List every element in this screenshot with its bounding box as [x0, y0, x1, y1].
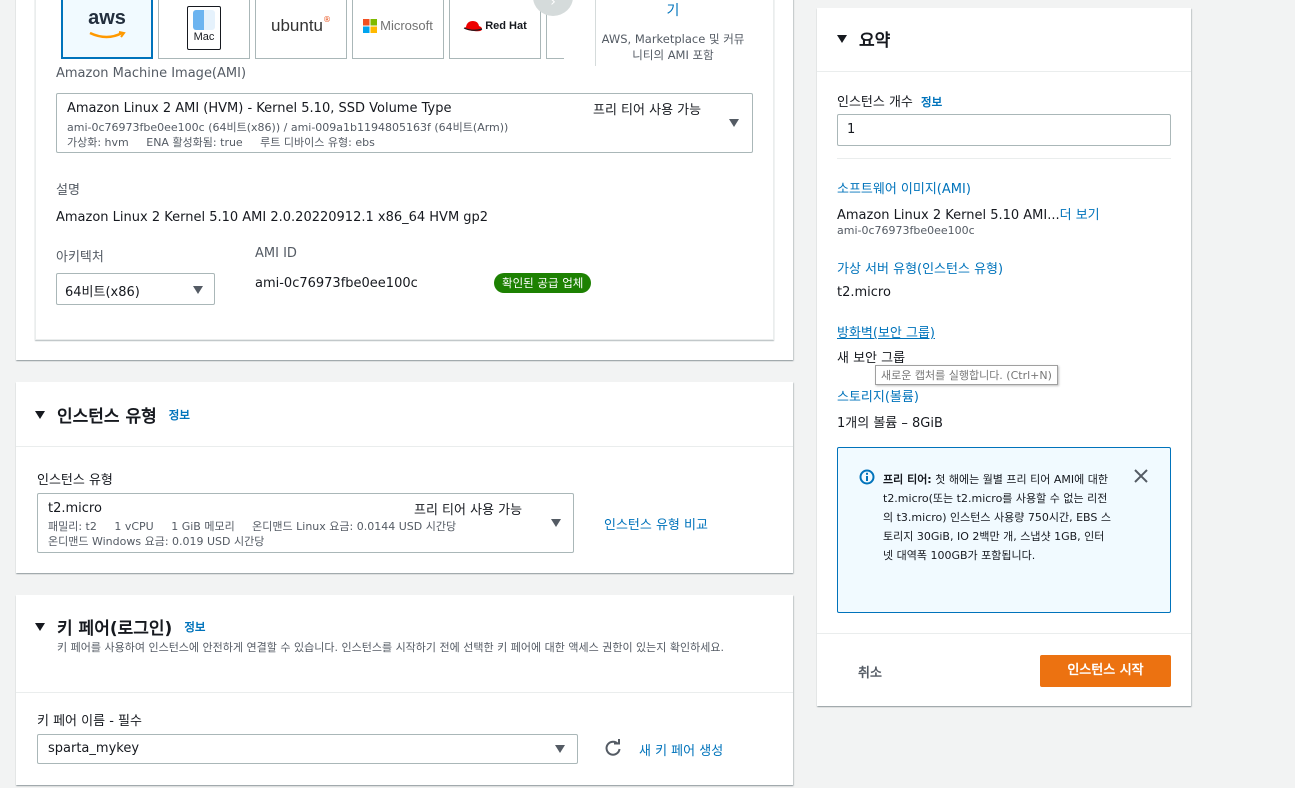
redhat-logo-tile[interactable]: Red Hat: [449, 0, 541, 59]
key-pair-header[interactable]: 키 페어(로그인) 정보: [35, 614, 205, 639]
instance-type-line2: 온디맨드 Windows 요금: 0.019 USD 시간당: [48, 535, 265, 548]
cancel-button[interactable]: 취소: [858, 662, 882, 681]
free-tier-alert: 프리 티어: 첫 해에는 월별 프리 티어 AMI에 대한 t2.micro(또…: [837, 447, 1171, 613]
summary-storage-value: 1개의 볼륨 – 8GiB: [837, 416, 943, 431]
caret-down-icon: [35, 410, 45, 419]
instance-type-info-link[interactable]: 정보: [169, 407, 190, 423]
browse-more-title: 기: [666, 3, 680, 19]
instance-count-label-row: 인스턴스 개수 정보: [837, 91, 942, 110]
chevron-down-icon: [193, 286, 203, 294]
chevron-down-icon: [551, 519, 561, 527]
ami-id-value: ami-0c76973fbe0ee100c: [255, 276, 418, 291]
capture-tooltip: 새로운 캡처를 실행합니다. (Ctrl+N): [875, 365, 1058, 385]
summary-footer-divider: [817, 633, 1191, 634]
redhat-logo: Red Hat: [485, 19, 527, 32]
summary-header-divider: [817, 71, 1191, 72]
ami-label: Amazon Machine Image(AMI): [56, 66, 247, 81]
instance-count-info-link[interactable]: 정보: [921, 95, 942, 109]
aws-logo-tile[interactable]: aws: [61, 0, 153, 59]
summary-ami-id: ami-0c76973fbe0ee100c: [837, 224, 975, 237]
finder-icon: [193, 9, 215, 30]
mac-logo-tile[interactable]: Mac: [158, 0, 250, 59]
summary-firewall-link[interactable]: 방화벽(보안 그룹): [837, 322, 935, 341]
instance-type-header-divider: [16, 446, 793, 447]
description-label: 설명: [56, 183, 80, 198]
chevron-down-icon: [555, 745, 565, 753]
verified-provider-badge: 확인된 공급 업체: [494, 273, 592, 293]
browse-more-divider: [595, 0, 596, 66]
microsoft-logo: Microsoft: [380, 18, 433, 33]
free-tier-title: 프리 티어:: [883, 473, 932, 486]
key-pair-select[interactable]: sparta_mykey: [37, 734, 578, 764]
aws-smile-icon: [89, 31, 126, 39]
instance-count-input[interactable]: 1: [837, 114, 1171, 146]
arch-select[interactable]: 64비트(x86): [56, 273, 215, 305]
microsoft-squares-icon: [363, 18, 378, 33]
free-tier-text: 첫 해에는 월별 프리 티어 AMI에 대한 t2.micro(또는 t2.mi…: [883, 473, 1112, 562]
ubuntu-logo-tile[interactable]: ubuntu ®: [255, 0, 347, 59]
summary-title: 요약: [859, 31, 891, 51]
close-icon[interactable]: [1134, 469, 1148, 483]
summary-ami-more-link[interactable]: 더 보기: [1060, 208, 1100, 223]
ubuntu-logo: ubuntu: [271, 15, 323, 35]
key-pair-field-label: 키 페어 이름 - 필수: [37, 714, 142, 729]
summary-ami-link[interactable]: 소프트웨어 이미지(AMI): [837, 178, 971, 197]
chevron-down-icon: [729, 119, 739, 127]
instance-type-value: t2.micro: [48, 501, 102, 516]
caret-down-icon: [837, 34, 847, 43]
aws-logo: aws: [88, 7, 126, 29]
ami-select-details: 가상화: hvm ENA 활성화됨: true 루트 디바이스 유형: ebs: [67, 136, 375, 149]
summary-ami-value: Amazon Linux 2 Kernel 5.10 AMI...: [837, 208, 1060, 223]
instance-type-free-tier: 프리 티어 사용 가능: [414, 503, 523, 518]
key-pair-description: 키 페어를 사용하여 인스턴스에 안전하게 연결할 수 있습니다. 인스턴스를 …: [57, 641, 725, 654]
summary-type-value: t2.micro: [837, 285, 891, 300]
key-pair-title: 키 페어(로그인): [57, 619, 173, 639]
arch-value: 64비트(x86): [65, 285, 140, 300]
description-value: Amazon Linux 2 Kernel 5.10 AMI 2.0.20220…: [56, 210, 489, 225]
key-pair-value: sparta_mykey: [48, 741, 140, 756]
instance-type-title: 인스턴스 유형: [57, 407, 157, 427]
chevron-right-icon: ›: [550, 0, 556, 10]
free-tier-text-block: 프리 티어: 첫 해에는 월별 프리 티어 AMI에 대한 t2.micro(또…: [883, 470, 1111, 565]
key-pair-info-link[interactable]: 정보: [184, 619, 205, 635]
arch-label: 아키텍처: [56, 250, 104, 265]
ami-id-label: AMI ID: [255, 246, 297, 261]
instance-type-line1: 패밀리: t2 1 vCPU 1 GiB 메모리 온디맨드 Linux 요금: …: [48, 520, 457, 533]
summary-firewall-value: 새 보안 그룹: [837, 351, 906, 366]
refresh-key-pairs-button[interactable]: [604, 739, 622, 761]
key-pair-header-divider: [16, 692, 793, 693]
ami-select-ids: ami-0c76973fbe0ee100c (64비트(x86)) / ami-…: [67, 121, 509, 134]
ami-select-title: Amazon Linux 2 AMI (HVM) - Kernel 5.10, …: [67, 101, 452, 116]
browse-more-ami[interactable]: 기 AWS, Marketplace 및 커뮤니티의 AMI 포함: [600, 0, 746, 63]
summary-ami-row: Amazon Linux 2 Kernel 5.10 AMI...더 보기: [837, 204, 1100, 223]
mac-label: Mac: [193, 30, 215, 43]
instance-type-header[interactable]: 인스턴스 유형 정보: [35, 402, 190, 427]
browse-more-subtitle: AWS, Marketplace 및 커뮤니티의 AMI 포함: [601, 32, 745, 62]
instance-type-field-label: 인스턴스 유형: [37, 473, 113, 488]
create-key-pair-link[interactable]: 새 키 페어 생성: [639, 740, 723, 759]
summary-type-link[interactable]: 가상 서버 유형(인스턴스 유형): [837, 258, 1003, 277]
summary-count-divider: [837, 158, 1171, 159]
summary-storage-link[interactable]: 스토리지(볼륨): [837, 386, 919, 405]
compare-instance-types-link[interactable]: 인스턴스 유형 비교: [604, 514, 708, 533]
redhat-hat-icon: [463, 20, 483, 31]
microsoft-logo-tile[interactable]: Microsoft: [352, 0, 444, 59]
ubuntu-mark-icon: ®: [323, 15, 331, 24]
instance-type-select[interactable]: t2.micro 프리 티어 사용 가능 패밀리: t2 1 vCPU 1 Gi…: [37, 493, 574, 553]
info-icon: [859, 469, 875, 485]
caret-down-icon: [35, 622, 45, 631]
instance-count-label: 인스턴스 개수: [837, 95, 913, 110]
ami-select[interactable]: Amazon Linux 2 AMI (HVM) - Kernel 5.10, …: [56, 93, 753, 153]
refresh-icon: [605, 739, 621, 756]
launch-instance-button[interactable]: 인스턴스 시작: [1040, 655, 1171, 687]
summary-header[interactable]: 요약: [837, 26, 890, 51]
ami-free-tier-label: 프리 티어 사용 가능: [593, 103, 702, 118]
